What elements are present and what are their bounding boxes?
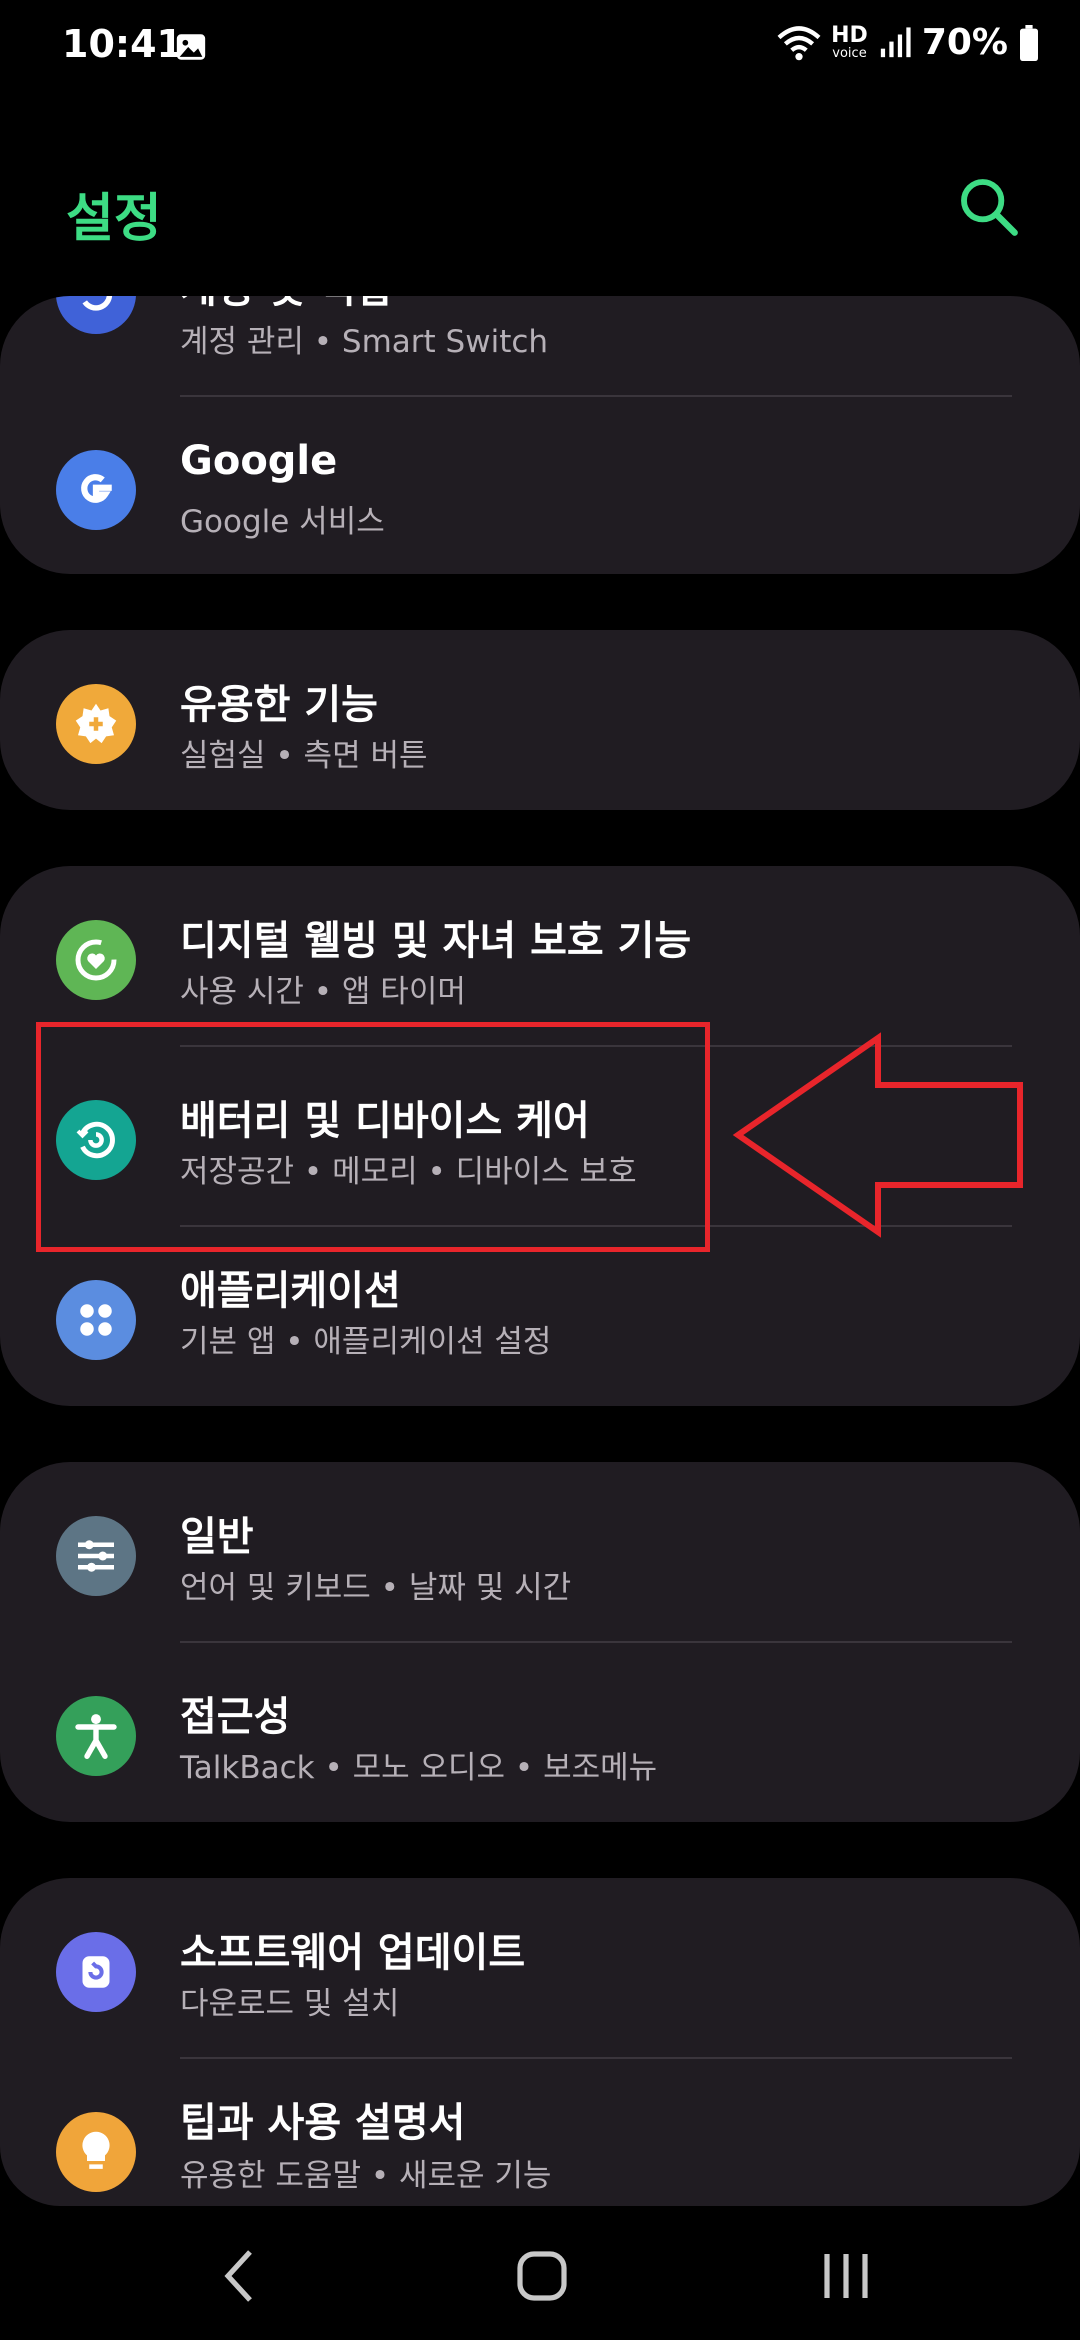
settings-group-features: 유용한 기능 실험실 • 측면 버튼 [0, 630, 1080, 810]
item-subtitle: 계정 관리 • Smart Switch [180, 324, 549, 360]
highlight-box [36, 1022, 710, 1252]
item-title: 팁과 사용 설명서 [180, 2100, 466, 2146]
sync-icon [56, 296, 136, 334]
item-subtitle: 유용한 도움말 • 새로운 기능 [180, 2158, 552, 2194]
gallery-icon [176, 34, 206, 60]
wifi-icon [777, 25, 821, 60]
voice-label: voice [832, 46, 867, 61]
page-title: 설정 [66, 189, 162, 249]
hd-label: HD [831, 23, 868, 48]
settings-item-apps[interactable]: 애플리케이션 기본 앱 • 애플리케이션 설정 [0, 1226, 1080, 1406]
status-bar: 10:41 HD voice 70% [0, 0, 1080, 96]
home-icon [517, 2251, 567, 2301]
settings-item-advanced-features[interactable]: 유용한 기능 실험실 • 측면 버튼 [0, 630, 1080, 810]
item-title: 유용한 기능 [180, 682, 378, 728]
wellbeing-icon [56, 920, 136, 1000]
back-button[interactable] [200, 2236, 280, 2316]
item-title: 계정 및 백업 [180, 296, 392, 314]
item-title: 디지털 웰빙 및 자녀 보호 기능 [180, 918, 692, 964]
item-subtitle: 기본 앱 • 애플리케이션 설정 [180, 1324, 552, 1360]
sliders-icon [56, 1516, 136, 1596]
item-title: 일반 [180, 1514, 254, 1560]
battery-percent: 70% [921, 22, 1008, 63]
software-update-icon [56, 1932, 136, 2012]
settings-item-software-update[interactable]: 소프트웨어 업데이트 다운로드 및 설치 [0, 1878, 1080, 2058]
settings-header: 설정 [0, 96, 1080, 296]
settings-item-tips[interactable]: 팁과 사용 설명서 유용한 도움말 • 새로운 기능 [0, 2058, 1080, 2206]
status-time: 10:41 [62, 22, 183, 66]
item-subtitle: 사용 시간 • 앱 타이머 [180, 974, 466, 1010]
item-title: 접근성 [180, 1694, 291, 1740]
settings-group-general: 일반 언어 및 키보드 • 날짜 및 시간 접근성 TalkBack • 모노 … [0, 1462, 1080, 1822]
hd-voice-icon: HD voice [831, 23, 868, 61]
recents-button[interactable] [806, 2236, 886, 2316]
settings-item-accounts-backup[interactable]: 계정 및 백업 계정 관리 • Smart Switch [0, 296, 1080, 384]
recents-icon [824, 2254, 868, 2298]
home-button[interactable] [502, 2236, 582, 2316]
settings-item-accessibility[interactable]: 접근성 TalkBack • 모노 오디오 • 보조메뉴 [0, 1642, 1080, 1822]
item-title: Google [180, 438, 338, 484]
item-subtitle: 실험실 • 측면 버튼 [180, 738, 428, 774]
navigation-bar [0, 2206, 1080, 2340]
item-subtitle: Google 서비스 [180, 504, 385, 540]
item-title: 소프트웨어 업데이트 [180, 1930, 526, 1976]
item-subtitle: 언어 및 키보드 • 날짜 및 시간 [180, 1570, 572, 1606]
item-subtitle: TalkBack • 모노 오디오 • 보조메뉴 [180, 1750, 658, 1786]
settings-item-general[interactable]: 일반 언어 및 키보드 • 날짜 및 시간 [0, 1462, 1080, 1642]
item-title: 애플리케이션 [180, 1268, 401, 1314]
bulb-icon [56, 2112, 136, 2192]
signal-icon [880, 26, 911, 57]
settings-group-accounts: 계정 및 백업 계정 관리 • Smart Switch Google Goog… [0, 296, 1080, 574]
back-icon [224, 2250, 252, 2302]
settings-item-google[interactable]: Google Google 서비스 [0, 396, 1080, 574]
pointer-arrow-icon [732, 1032, 1023, 1238]
settings-group-updates: 소프트웨어 업데이트 다운로드 및 설치 팁과 사용 설명서 유용한 도움말 •… [0, 1878, 1080, 2206]
search-icon[interactable] [956, 174, 1020, 238]
accessibility-icon [56, 1696, 136, 1776]
battery-icon [1020, 24, 1038, 61]
settings-item-digital-wellbeing[interactable]: 디지털 웰빙 및 자녀 보호 기능 사용 시간 • 앱 타이머 [0, 866, 1080, 1046]
item-subtitle: 다운로드 및 설치 [180, 1986, 400, 2022]
puzzle-icon [56, 684, 136, 764]
apps-icon [56, 1280, 136, 1360]
google-icon [56, 450, 136, 530]
